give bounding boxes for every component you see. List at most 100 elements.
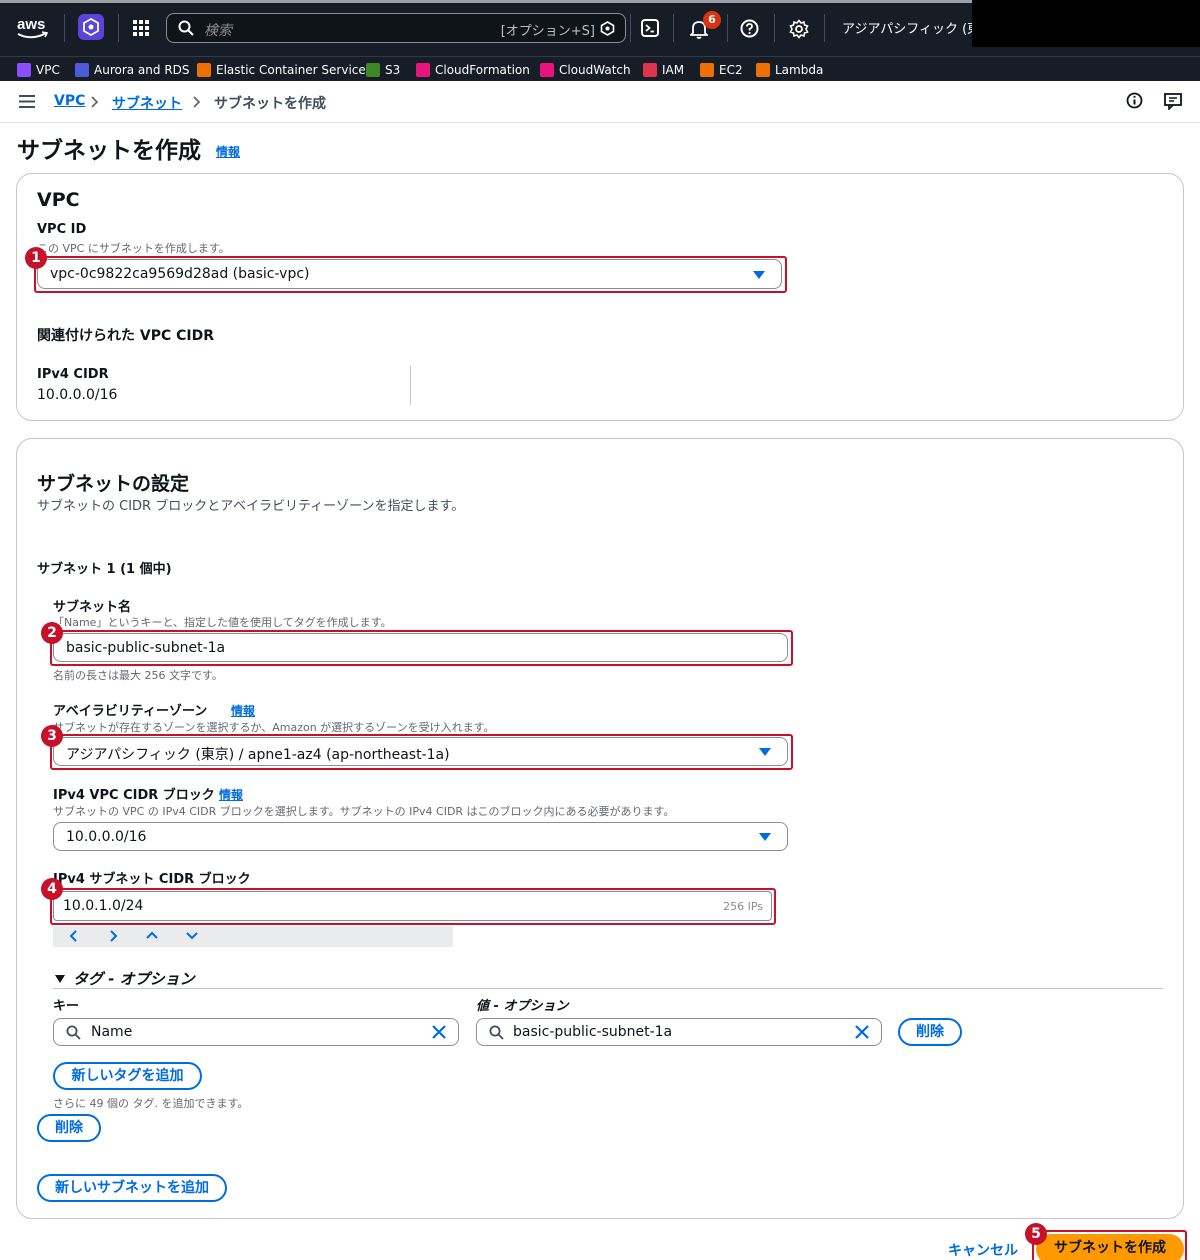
step-marker-5: 5 — [1025, 1223, 1047, 1245]
vpc-service-icon — [17, 62, 31, 77]
lambda-service-icon — [756, 62, 770, 77]
remove-subnet-button[interactable]: 削除 — [37, 1114, 101, 1142]
ipv4-cidr-label: IPv4 CIDR — [37, 367, 109, 382]
vpc-cidr-block-description: サブネットの VPC の IPv4 CIDR ブロックを選択します。サブネットの… — [53, 805, 675, 818]
vpc-cidr-info-link[interactable]: 情報 — [219, 786, 243, 803]
favorite-ec2[interactable]: EC2 — [700, 61, 743, 78]
search-input[interactable]: 検索 [オプション+S] — [166, 13, 626, 43]
redacted-area — [972, 0, 1200, 47]
tags-divider — [53, 988, 1163, 989]
subnet-name-input[interactable]: basic-public-subnet-1a — [53, 633, 788, 662]
add-subnet-button[interactable]: 新しいサブネットを追加 — [37, 1174, 227, 1202]
create-subnet-button[interactable]: サブネットを作成 — [1036, 1234, 1184, 1260]
favorite-cloudwatch[interactable]: CloudWatch — [540, 61, 631, 78]
menu-icon[interactable] — [19, 95, 35, 108]
az-select[interactable]: アジアパシフィック (東京) / apne1-az4 (ap-northeast… — [53, 737, 788, 766]
tag-value-input[interactable]: basic-public-subnet-1a — [476, 1018, 882, 1046]
subnet-settings-heading: サブネットの設定 — [37, 473, 190, 495]
amazon-q-icon — [600, 21, 615, 36]
settings-gear-icon[interactable] — [789, 19, 809, 39]
favorite-ecs[interactable]: Elastic Container Service — [197, 61, 366, 78]
cancel-button[interactable]: キャンセル — [948, 1240, 1018, 1260]
rds-service-icon — [75, 62, 89, 77]
favorite-iam[interactable]: IAM — [643, 61, 684, 78]
info-circle-icon[interactable] — [1126, 92, 1143, 109]
subnet-name-value: basic-public-subnet-1a — [66, 640, 226, 656]
iam-service-icon — [643, 62, 657, 77]
chevron-down-icon[interactable] — [186, 931, 198, 940]
favorite-vpc[interactable]: VPC — [17, 61, 60, 78]
notification-badge: 6 — [703, 11, 721, 29]
vpc-id-description: この VPC にサブネットを作成します。 — [37, 242, 230, 255]
s3-service-icon — [366, 62, 380, 77]
subnet-count-heading: サブネット 1 (1 個中) — [37, 562, 172, 577]
region-selector[interactable]: アジアパシフィック (東京 — [842, 18, 993, 37]
subnet-name-hint: 名前の長さは最大 256 文字です。 — [53, 669, 223, 682]
tag-value-value: basic-public-subnet-1a — [513, 1024, 673, 1040]
svg-text:aws: aws — [17, 16, 45, 33]
service-icon[interactable] — [78, 14, 104, 40]
search-placeholder: 検索 — [204, 23, 232, 39]
page-title: サブネットを作成 — [17, 138, 201, 164]
vpc-id-label: VPC ID — [37, 222, 87, 237]
cloudformation-service-icon — [416, 62, 430, 77]
tag-value-label: 値 - オプション — [476, 999, 569, 1014]
caret-down-icon — [753, 271, 765, 279]
step-marker-3: 3 — [41, 725, 63, 747]
subnet-settings-description: サブネットの CIDR ブロックとアベイラビリティーゾーンを指定します。 — [37, 499, 465, 514]
search-icon — [178, 20, 194, 36]
favorite-s3[interactable]: S3 — [366, 61, 400, 78]
az-info-link[interactable]: 情報 — [231, 702, 255, 719]
step-marker-4: 4 — [41, 878, 63, 900]
favorite-lambda[interactable]: Lambda — [756, 61, 823, 78]
ecs-service-icon — [197, 62, 211, 77]
breadcrumb-bar: VPC サブネット サブネットを作成 — [0, 81, 1200, 123]
search-shortcut: [オプション+S] — [500, 24, 595, 39]
chevron-up-icon[interactable] — [146, 931, 158, 940]
favorite-aurora-rds[interactable]: Aurora and RDS — [75, 61, 190, 78]
az-label: アベイラビリティーゾーン — [53, 704, 208, 719]
subnet-cidr-input[interactable]: 10.0.1.0/24 256 IPs — [53, 891, 772, 921]
subnet-name-label: サブネット名 — [53, 600, 132, 615]
favorites-bar: VPC Aurora and RDS Elastic Container Ser… — [0, 56, 1200, 81]
clear-icon[interactable] — [432, 1025, 446, 1039]
vpc-cidr-block-label: IPv4 VPC CIDR ブロック — [53, 788, 215, 803]
aws-logo[interactable]: aws — [14, 14, 50, 42]
az-description: サブネットが存在するゾーンを選択するか、Amazon が選択するゾーンを受け入れ… — [53, 721, 495, 734]
ipv4-cidr-value: 10.0.0.0/16 — [37, 387, 118, 403]
search-icon — [66, 1025, 81, 1040]
subnet-cidr-label: IPv4 サブネット CIDR ブロック — [53, 872, 251, 887]
add-tag-button[interactable]: 新しいタグを追加 — [53, 1062, 202, 1090]
breadcrumb-subnets[interactable]: サブネット — [112, 93, 182, 113]
vpc-cidr-block-value: 10.0.0.0/16 — [66, 829, 147, 845]
cidr-stepper-bar — [53, 926, 453, 947]
tags-remaining-text: さらに 49 個の タグ. を追加できます。 — [53, 1097, 249, 1110]
page-info-link[interactable]: 情報 — [216, 143, 240, 160]
vpc-cidr-block-select[interactable]: 10.0.0.0/16 — [53, 822, 788, 851]
vpc-id-selected-value: vpc-0c9822ca9569d28ad (basic-vpc) — [50, 266, 310, 282]
chevron-right-icon — [193, 96, 201, 108]
subnet-cidr-value: 10.0.1.0/24 — [63, 898, 144, 914]
help-icon[interactable] — [740, 19, 759, 38]
tag-key-input[interactable]: Name — [53, 1018, 459, 1046]
cloudshell-icon[interactable] — [641, 19, 659, 37]
clear-icon[interactable] — [855, 1025, 869, 1039]
subnet-cidr-ip-count: 256 IPs — [723, 900, 763, 913]
az-selected-value: アジアパシフィック (東京) / apne1-az4 (ap-northeast… — [66, 747, 450, 763]
apps-grid-icon[interactable] — [132, 19, 150, 37]
favorite-cloudformation[interactable]: CloudFormation — [416, 61, 530, 78]
chevron-right-icon[interactable] — [109, 930, 118, 942]
remove-tag-button[interactable]: 削除 — [898, 1018, 962, 1046]
caret-down-icon — [55, 974, 65, 983]
tags-heading: タグ - オプション — [73, 970, 195, 988]
tags-expander[interactable]: タグ - オプション — [55, 968, 195, 989]
feedback-icon[interactable] — [1164, 93, 1182, 110]
breadcrumb-vpc[interactable]: VPC — [54, 93, 85, 109]
tag-key-value: Name — [91, 1024, 133, 1040]
ec2-service-icon — [700, 62, 714, 77]
vpc-cidr-heading: 関連付けられた VPC CIDR — [37, 328, 215, 344]
vpc-id-select[interactable]: vpc-0c9822ca9569d28ad (basic-vpc) — [37, 259, 782, 289]
chevron-left-icon[interactable] — [69, 930, 78, 942]
subnet-name-description: 「Name」というキーと、指定した値を使用してタグを作成します。 — [53, 616, 392, 629]
vpc-card — [16, 173, 1184, 421]
